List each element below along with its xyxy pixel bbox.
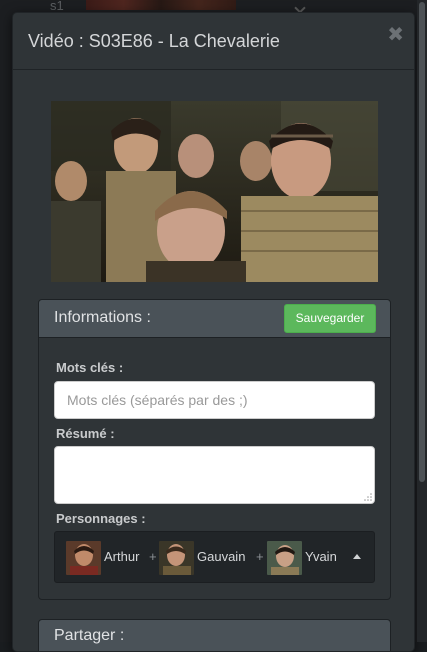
modal-header: Vidéo : S03E86 - La Chevalerie ✖ (13, 13, 414, 70)
resize-grip-icon[interactable] (364, 493, 372, 501)
character-tag-arthur[interactable]: Arthur (66, 541, 146, 575)
video-modal: Vidéo : S03E86 - La Chevalerie ✖ Informa… (12, 12, 415, 652)
character-tag-yvain[interactable]: Yvain (267, 541, 347, 575)
gauvain-avatar (159, 541, 194, 575)
yvain-avatar (267, 541, 302, 575)
yvain-name: Yvain (305, 549, 337, 564)
modal-title: Vidéo : S03E86 - La Chevalerie (28, 31, 280, 51)
characters-select[interactable]: Arthur + Gauvain + Yvain (54, 531, 375, 583)
character-tag-gauvain[interactable]: Gauvain (159, 541, 255, 575)
caret-up-icon[interactable] (353, 554, 361, 559)
info-panel: Informations : Sauvegarder Mots clés : R… (38, 299, 391, 600)
separator-plus: + (256, 549, 264, 564)
video-player[interactable] (51, 101, 378, 282)
keywords-label: Mots clés : (56, 360, 124, 375)
arthur-avatar (66, 541, 101, 575)
close-icon[interactable]: ✖ (387, 25, 404, 45)
characters-label: Personnages : (56, 511, 146, 526)
separator-plus: + (149, 549, 157, 564)
info-panel-title: Informations : (54, 309, 151, 326)
video-frame (51, 101, 378, 282)
save-button[interactable]: Sauvegarder (284, 304, 376, 333)
summary-textarea[interactable] (54, 446, 375, 504)
share-panel-title: Partager : (54, 627, 125, 644)
gauvain-name: Gauvain (197, 549, 246, 564)
arthur-name: Arthur (104, 549, 140, 564)
scrollbar-thumb[interactable] (419, 2, 425, 482)
keywords-input[interactable] (54, 381, 375, 419)
summary-label: Résumé : (56, 426, 115, 441)
share-panel: Partager : (38, 619, 391, 651)
info-panel-heading: Informations : Sauvegarder (39, 300, 390, 338)
